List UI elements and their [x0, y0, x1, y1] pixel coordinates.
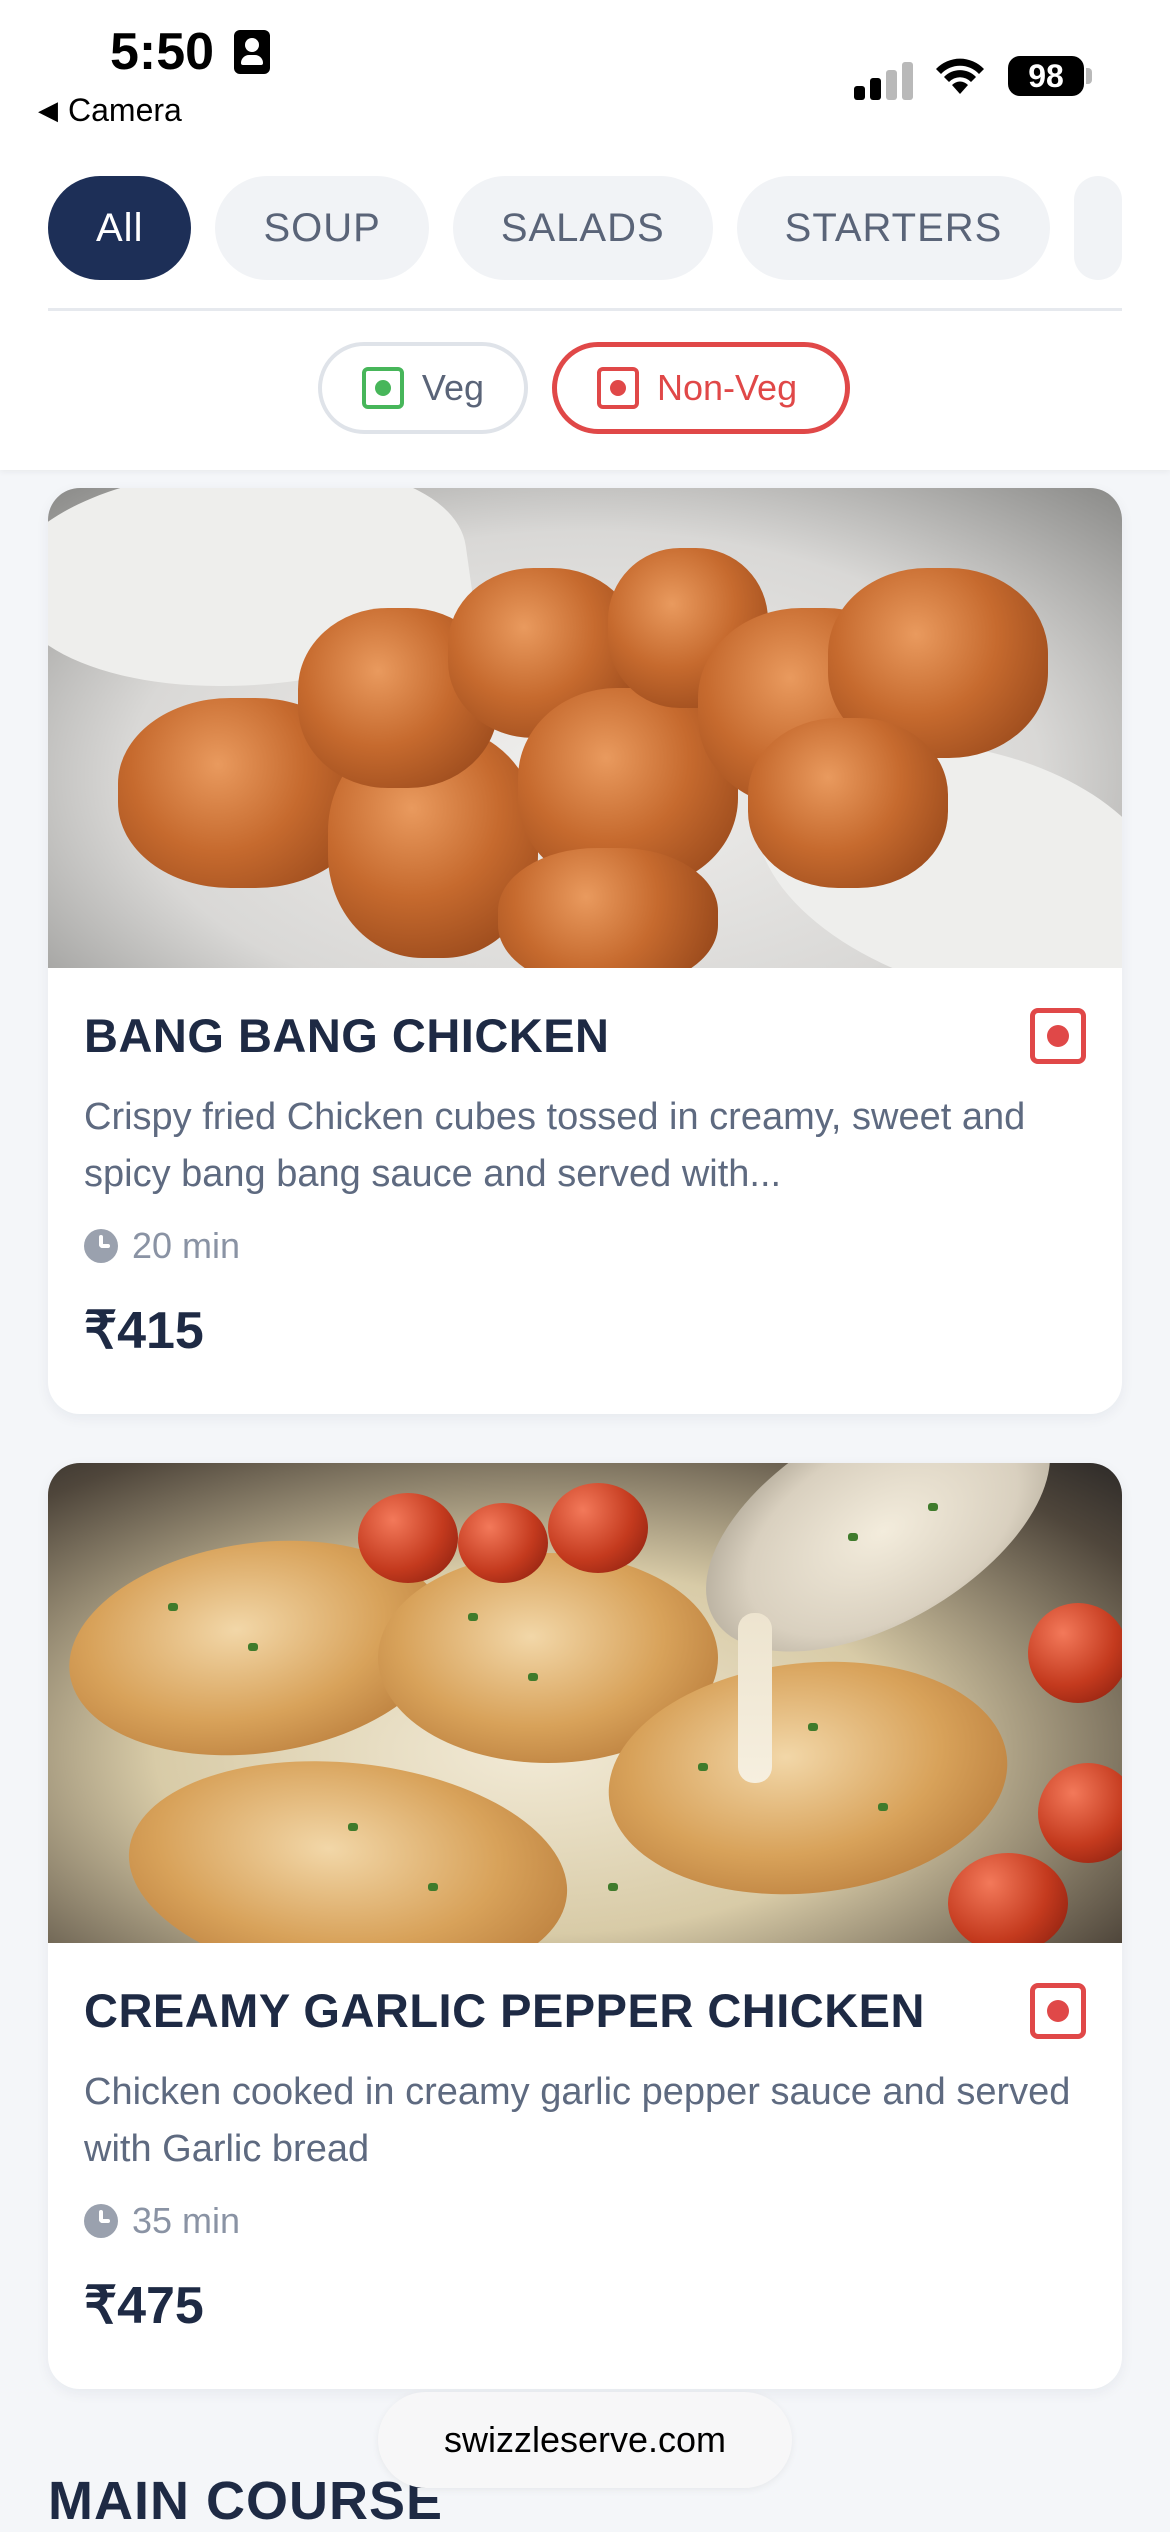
cellular-signal-icon [854, 56, 916, 100]
veg-filter-label: Veg [421, 367, 484, 408]
item-description: Crispy fried Chicken cubes tossed in cre… [84, 1096, 1026, 1195]
clock-icon [84, 2204, 118, 2238]
browser-address-pill[interactable]: swizzleserve.com [378, 2392, 792, 2488]
food-image-creamy-garlic-pepper-chicken [48, 1463, 1122, 1943]
clock-icon [84, 1229, 118, 1263]
category-tab-starters[interactable]: STARTERS [736, 176, 1051, 280]
nonveg-indicator-icon [597, 367, 639, 409]
menu-item-card[interactable]: CREAMY GARLIC PEPPER CHICKEN Chicken coo… [48, 1463, 1122, 2389]
food-image-bang-bang-chicken [48, 488, 1122, 968]
item-price: ₹475 [84, 2277, 204, 2335]
category-tab-soup[interactable]: SOUP [215, 176, 429, 280]
card-body: BANG BANG CHICKEN Crispy fried Chicken c… [48, 968, 1122, 1361]
nonveg-indicator-icon [1030, 1008, 1086, 1064]
prep-time-label: 20 min [132, 1225, 241, 1266]
header: 5:50 ◀ Camera 98 All SOUP SALADS STARTER… [0, 0, 1170, 470]
category-divider [48, 308, 1122, 311]
item-description: Chicken cooked in creamy garlic pepper s… [84, 2071, 1071, 2170]
nonveg-indicator-icon [1030, 1983, 1086, 2039]
menu-item-card[interactable]: BANG BANG CHICKEN Crispy fried Chicken c… [48, 488, 1122, 1414]
category-tabs: All SOUP SALADS STARTERS [48, 176, 1122, 280]
item-title: CREAMY GARLIC PEPPER CHICKEN [84, 1984, 925, 2037]
back-arrow-icon: ◀ [38, 95, 58, 125]
wifi-icon [936, 58, 984, 94]
item-price: ₹415 [84, 1302, 204, 1360]
back-to-camera[interactable]: ◀ Camera [38, 92, 182, 129]
nonveg-filter-label: Non-Veg [657, 367, 798, 408]
category-tab-more[interactable] [1074, 176, 1122, 280]
prep-time-label: 35 min [132, 2200, 241, 2241]
battery-icon: 98 [1008, 56, 1084, 96]
prep-time: 20 min [84, 1225, 1086, 1267]
status-time: 5:50 [110, 23, 215, 81]
item-title: BANG BANG CHICKEN [84, 1009, 610, 1062]
veg-filter-button[interactable]: Veg [318, 342, 528, 434]
category-tab-all[interactable]: All [48, 176, 192, 280]
category-tab-salads[interactable]: SALADS [452, 176, 713, 280]
veg-indicator-icon [362, 367, 404, 409]
section-title-main-course: MAIN COURSE [48, 2471, 444, 2531]
card-body: CREAMY GARLIC PEPPER CHICKEN Chicken coo… [48, 1943, 1122, 2336]
person-badge-icon [234, 30, 270, 74]
nonveg-filter-button[interactable]: Non-Veg [552, 342, 850, 434]
prep-time: 35 min [84, 2200, 1086, 2242]
battery-tip [1086, 68, 1092, 84]
back-app-label: Camera [68, 92, 182, 128]
